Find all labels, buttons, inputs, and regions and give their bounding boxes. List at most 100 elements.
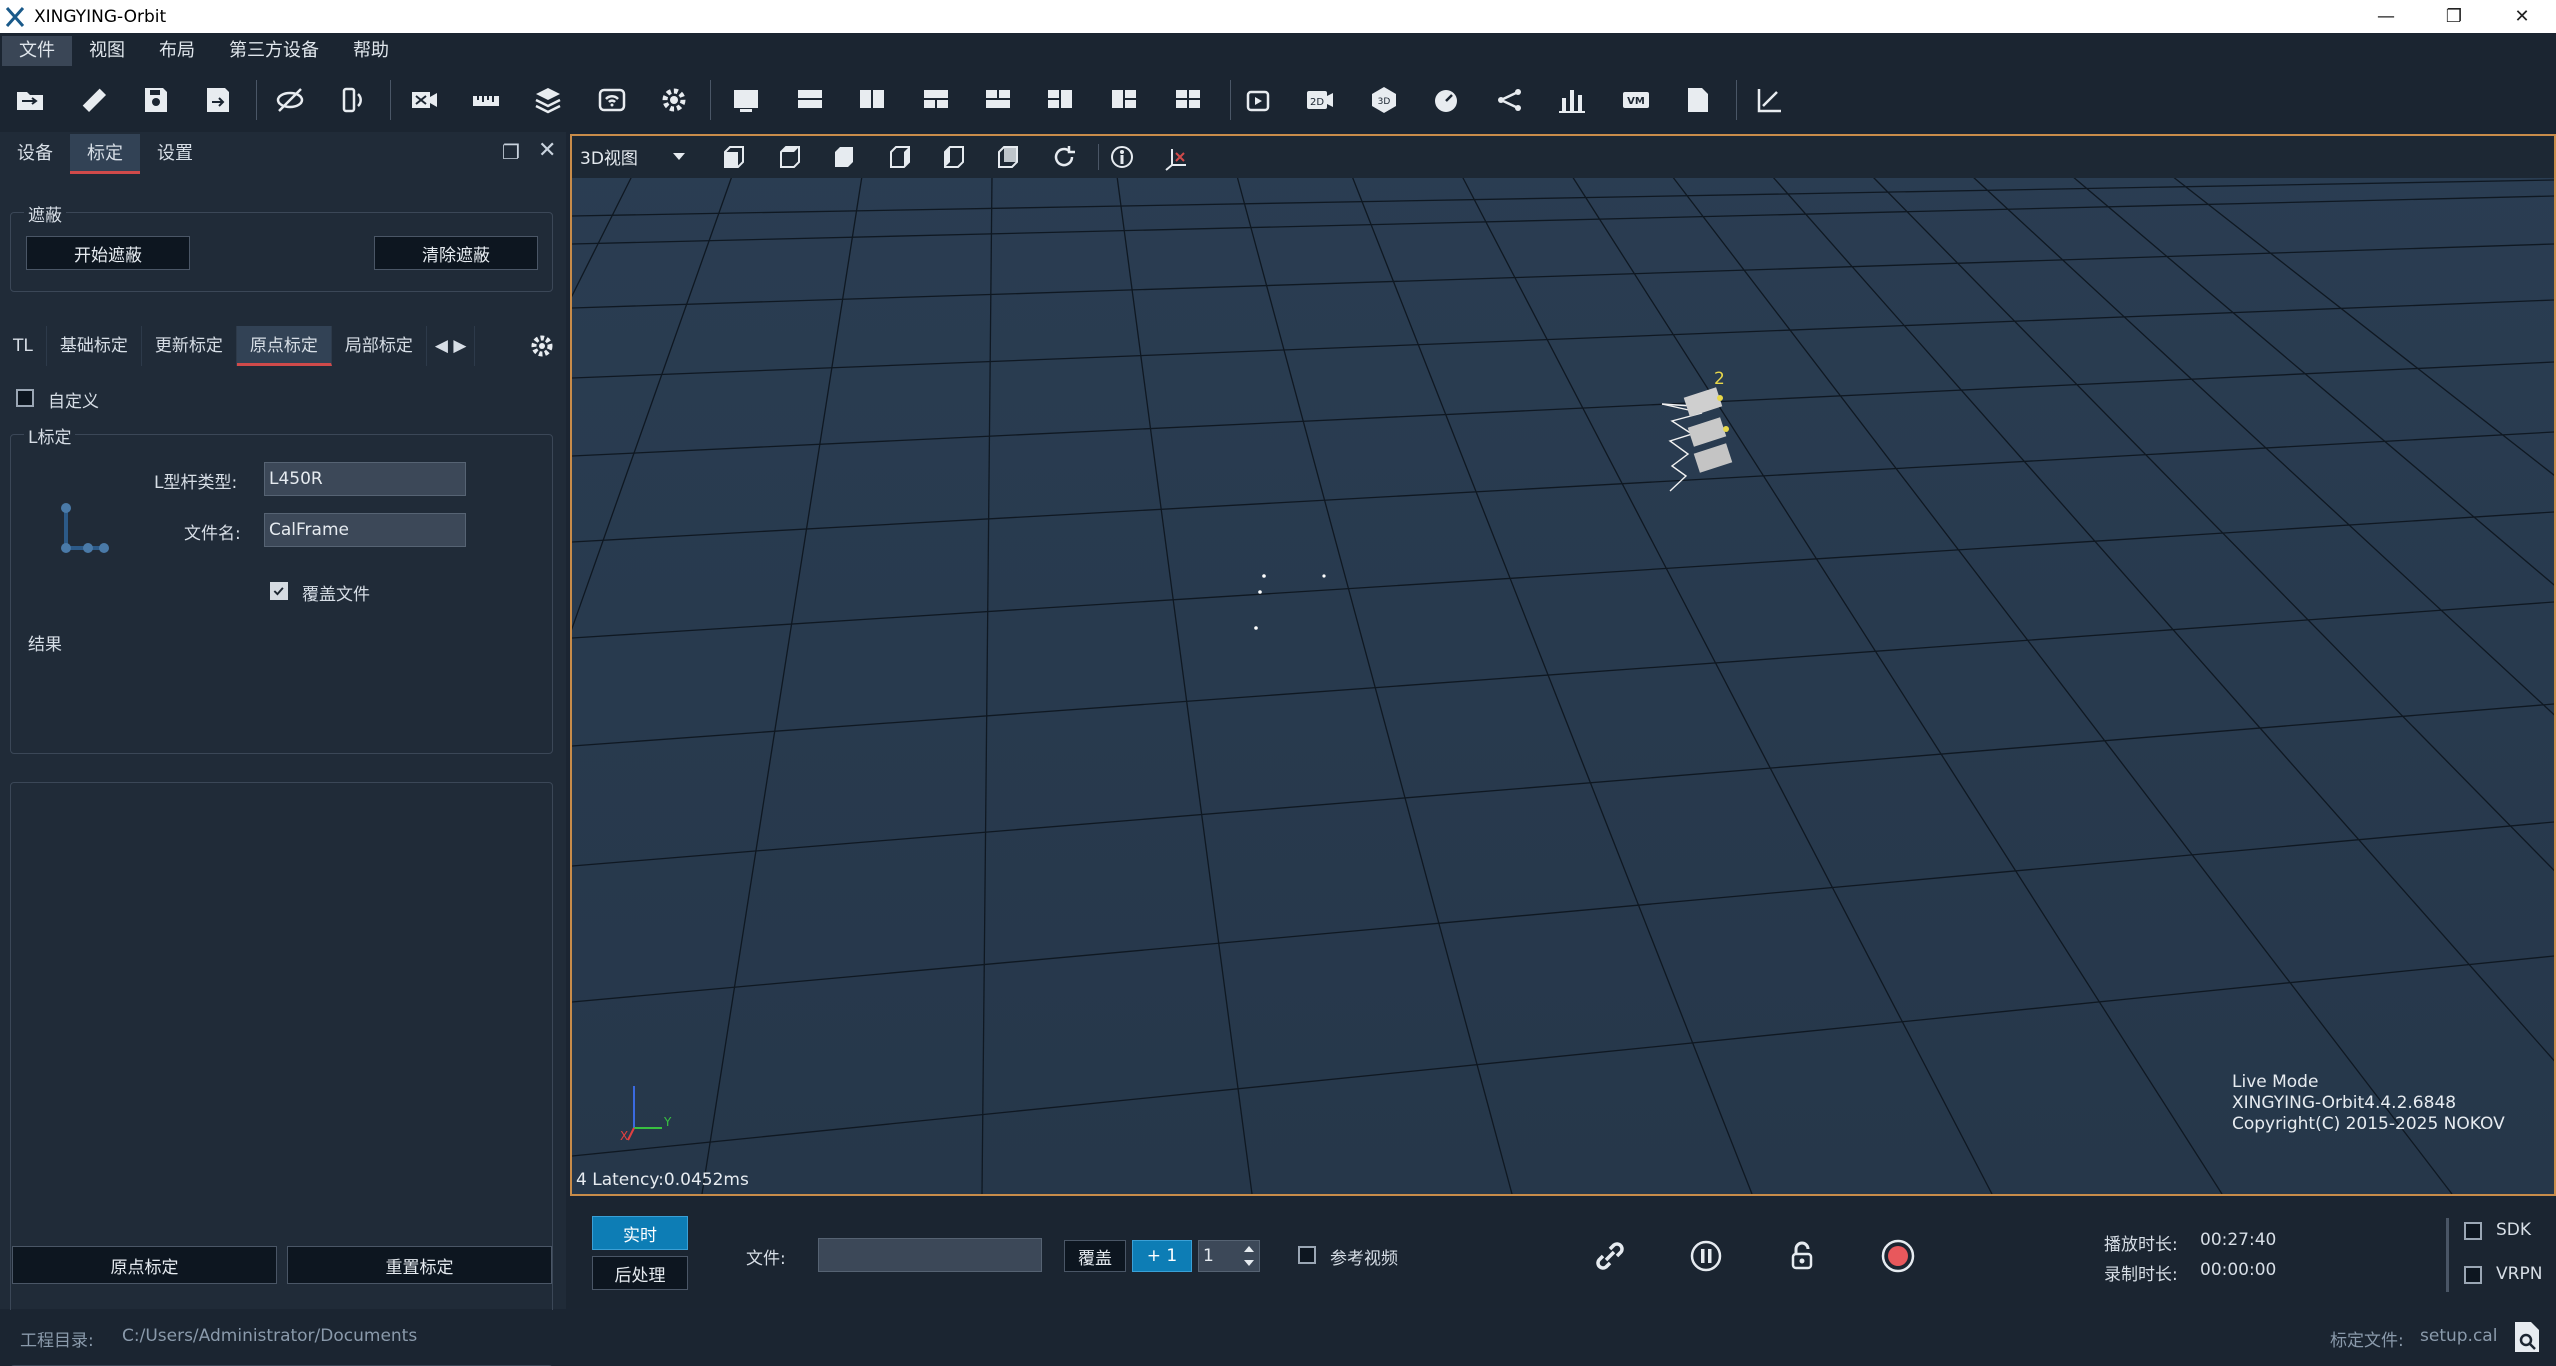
vrpn-checkbox[interactable] [2464, 1266, 2482, 1284]
custom-checkbox[interactable] [16, 389, 34, 407]
view-3d-icon[interactable]: 3D [1366, 82, 1402, 118]
subtab-basic[interactable]: 基础标定 [47, 326, 142, 366]
sdk-checkbox[interactable] [2464, 1222, 2482, 1240]
save-as-icon[interactable] [200, 82, 236, 118]
latency-text: 4 Latency:0.0452ms [576, 1170, 749, 1190]
layout-three-icon[interactable] [918, 82, 954, 118]
view-side-icon[interactable] [830, 143, 858, 171]
l-type-field[interactable]: L450R [264, 462, 466, 496]
close-window-icon[interactable]: ✕ [2488, 0, 2556, 33]
overwrite-button[interactable]: 覆盖 [1064, 1240, 1126, 1272]
tab-settings[interactable]: 设置 [140, 134, 210, 174]
ruler-icon[interactable] [76, 82, 112, 118]
chevron-left-icon[interactable]: ◀ [435, 336, 448, 356]
layers-icon[interactable] [530, 82, 566, 118]
subtab-tl[interactable]: TL [0, 326, 47, 366]
menu-help[interactable]: 帮助 [336, 36, 406, 66]
stepper-arrows-icon[interactable] [1242, 1242, 1256, 1270]
view-left-icon[interactable] [940, 143, 968, 171]
info-person-icon[interactable] [1108, 143, 1136, 171]
realtime-button[interactable]: 实时 [592, 1216, 688, 1250]
vm-icon[interactable]: VM [1618, 82, 1654, 118]
menu-file[interactable]: 文件 [2, 35, 72, 66]
view-2d-icon[interactable]: 2D [1302, 82, 1338, 118]
calibration-subtabs: TL 基础标定 更新标定 原点标定 局部标定 ◀ ▶ [0, 326, 566, 366]
layout-quad-icon[interactable] [1170, 82, 1206, 118]
subtab-settings-gear-icon[interactable] [528, 332, 556, 360]
tab-calibration[interactable]: 标定 [70, 134, 140, 174]
play-duration-value: 00:27:40 [2200, 1230, 2277, 1250]
restore-icon[interactable]: ❐ [2420, 0, 2488, 33]
minimize-icon[interactable]: — [2352, 0, 2420, 33]
view-front-icon[interactable] [720, 143, 748, 171]
float-panel-icon[interactable]: ❐ [502, 140, 520, 164]
settings-gear-icon[interactable] [656, 82, 692, 118]
axis-toggle-icon[interactable] [1162, 143, 1190, 171]
layout-three-left-icon[interactable] [1042, 82, 1078, 118]
tab-device[interactable]: 设备 [0, 134, 70, 174]
file-search-icon[interactable] [2512, 1320, 2542, 1354]
open-folder-icon[interactable] [12, 82, 48, 118]
3d-viewport[interactable]: 2 Y X 3D视图 Live Mode XINGYING-Orbit4.4.2… [570, 134, 2556, 1196]
document-icon[interactable] [1680, 82, 1716, 118]
reset-calibrate-button[interactable]: 重置标定 [287, 1246, 552, 1284]
sdk-label: SDK [2496, 1220, 2532, 1240]
replay-icon[interactable] [1240, 82, 1276, 118]
app-logo-icon [5, 6, 25, 27]
hide-icon[interactable] [272, 82, 308, 118]
clear-mask-button[interactable]: 清除遮蔽 [374, 236, 538, 270]
menu-third-party[interactable]: 第三方设备 [212, 36, 336, 66]
viewport-toolbar: 3D视图 [572, 136, 2554, 178]
pause-icon[interactable] [1686, 1236, 1726, 1276]
refresh-icon[interactable] [1050, 143, 1078, 171]
l-type-label: L型杆类型: [154, 473, 238, 493]
bar-chart-icon[interactable] [1554, 82, 1590, 118]
menu-bar: 文件 视图 布局 第三方设备 帮助 [0, 33, 2556, 68]
subtab-local[interactable]: 局部标定 [332, 326, 427, 366]
chevron-right-icon[interactable]: ▶ [453, 336, 466, 356]
floor-grid: 2 Y X [572, 136, 2554, 1194]
start-mask-button[interactable]: 开始遮蔽 [26, 236, 190, 270]
speed-gauge-icon[interactable] [1428, 82, 1464, 118]
layout-vsplit-icon[interactable] [854, 82, 890, 118]
subtab-update[interactable]: 更新标定 [142, 326, 237, 366]
measure-icon[interactable] [468, 82, 504, 118]
menu-layout[interactable]: 布局 [142, 36, 212, 66]
view-right-icon[interactable] [886, 143, 914, 171]
view-mode-select[interactable]: 3D视图 [580, 144, 638, 169]
axis-calibrate-icon[interactable] [1752, 82, 1788, 118]
plus-one-button[interactable]: + 1 [1132, 1240, 1192, 1272]
view-top-icon[interactable] [776, 143, 804, 171]
wifi-device-icon[interactable] [594, 82, 630, 118]
file-name-field[interactable]: CalFrame [264, 513, 466, 547]
subtab-origin[interactable]: 原点标定 [236, 326, 332, 366]
link-icon[interactable] [1590, 1236, 1630, 1276]
chevron-down-icon[interactable] [672, 152, 686, 162]
subtab-scroll-arrows[interactable]: ◀ ▶ [427, 326, 476, 366]
camera-off-icon[interactable] [406, 82, 442, 118]
version-text: XINGYING-Orbit4.4.2.6848 [2232, 1093, 2457, 1113]
layout-three-right-icon[interactable] [1106, 82, 1142, 118]
unlock-icon[interactable] [1782, 1236, 1822, 1276]
svg-text:3D: 3D [1378, 97, 1391, 107]
device-sync-icon[interactable] [336, 82, 372, 118]
ref-video-checkbox[interactable] [1298, 1246, 1316, 1264]
file-input[interactable] [818, 1238, 1042, 1272]
layout-three-top-icon[interactable] [980, 82, 1016, 118]
result-title: 结果 [24, 630, 66, 655]
view-back-icon[interactable] [994, 143, 1022, 171]
record-icon[interactable] [1878, 1236, 1918, 1276]
skeleton-icon[interactable] [1492, 82, 1528, 118]
origin-calibrate-button[interactable]: 原点标定 [12, 1246, 277, 1284]
layout-single-icon[interactable] [728, 82, 764, 118]
post-process-button[interactable]: 后处理 [592, 1256, 688, 1290]
status-bar: 工程目录: C:/Users/Administrator/Documents 标… [0, 1310, 2556, 1365]
save-icon[interactable] [138, 82, 174, 118]
viewport-info: Live Mode XINGYING-Orbit4.4.2.6848 Copyr… [2232, 1072, 2505, 1135]
overwrite-checkbox[interactable] [270, 582, 288, 600]
close-panel-icon[interactable]: ✕ [538, 138, 556, 163]
l-calibration-title: L标定 [24, 423, 76, 448]
layout-hsplit-icon[interactable] [792, 82, 828, 118]
menu-view[interactable]: 视图 [72, 36, 142, 66]
overwrite-label: 覆盖文件 [302, 585, 370, 605]
